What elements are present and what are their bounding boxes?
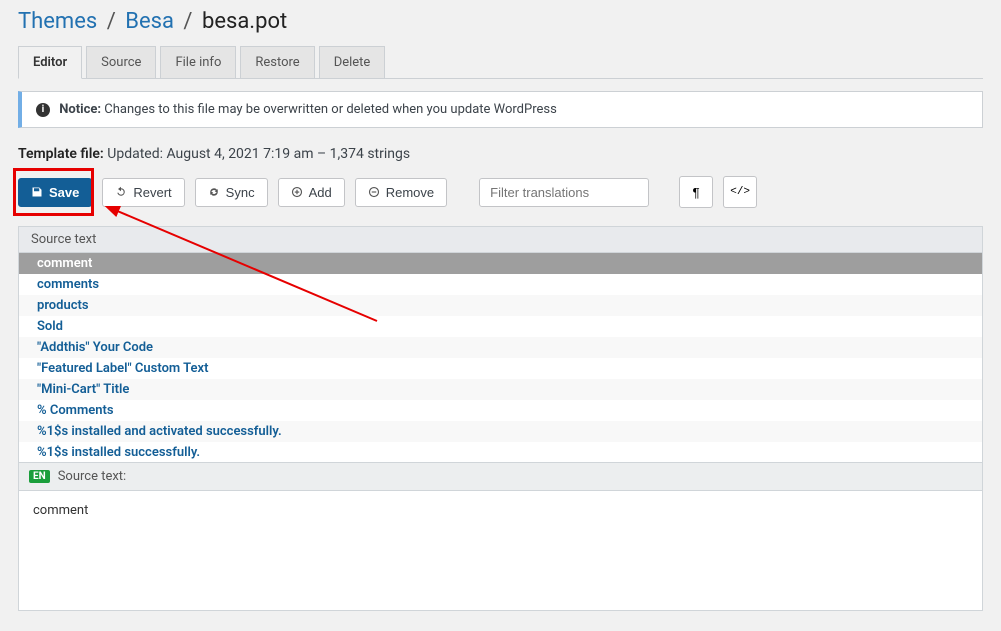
source-text-area[interactable]: comment xyxy=(19,490,982,610)
info-icon: i xyxy=(36,103,50,117)
save-button[interactable]: Save xyxy=(18,178,92,207)
table-row[interactable]: comment xyxy=(19,253,982,274)
tab-source[interactable]: Source xyxy=(86,46,156,78)
tabs: Editor Source File info Restore Delete xyxy=(18,46,983,79)
sync-icon xyxy=(208,186,220,198)
add-button[interactable]: Add xyxy=(278,178,345,207)
table-header: Source text xyxy=(19,227,982,253)
source-text-panel: EN Source text: xyxy=(19,462,982,490)
table-row[interactable]: products xyxy=(19,295,982,316)
remove-label: Remove xyxy=(386,185,434,200)
filter-input[interactable] xyxy=(479,178,649,207)
tab-editor[interactable]: Editor xyxy=(18,46,82,79)
plus-icon xyxy=(291,186,303,198)
template-file-info: Template file: Updated: August 4, 2021 7… xyxy=(18,146,983,162)
lang-badge: EN xyxy=(29,470,50,483)
template-file-updated: Updated: August 4, 2021 7:19 am – 1,374 … xyxy=(107,146,410,162)
code-icon: </> xyxy=(730,186,750,198)
breadcrumb-current: besa.pot xyxy=(202,9,287,34)
template-file-label: Template file: xyxy=(18,146,104,162)
save-icon xyxy=(31,186,43,198)
table-row[interactable]: %1$s installed successfully. xyxy=(19,442,982,462)
pilcrow-button[interactable]: ¶ xyxy=(679,176,713,208)
table-row[interactable]: "Featured Label" Custom Text xyxy=(19,358,982,379)
remove-button[interactable]: Remove xyxy=(355,178,447,207)
notice-text: Changes to this file may be overwritten … xyxy=(104,102,557,117)
toolbar: Save Revert Sync Add Remove ¶ </> xyxy=(18,176,983,208)
breadcrumb-sep: / xyxy=(107,9,116,34)
breadcrumb-themes[interactable]: Themes xyxy=(18,9,97,34)
notice: i Notice: Changes to this file may be ov… xyxy=(18,91,983,128)
table-row[interactable]: "Addthis" Your Code xyxy=(19,337,982,358)
tab-restore[interactable]: Restore xyxy=(240,46,314,78)
save-label: Save xyxy=(49,185,79,200)
table-row[interactable]: %1$s installed and activated successfull… xyxy=(19,421,982,442)
table-row[interactable]: % Comments xyxy=(19,400,982,421)
add-label: Add xyxy=(309,185,332,200)
notice-prefix: Notice: xyxy=(59,102,101,117)
table-row[interactable]: "Mini-Cart" Title xyxy=(19,379,982,400)
breadcrumb: Themes / Besa / besa.pot xyxy=(18,0,983,46)
revert-icon xyxy=(115,186,127,198)
table-row[interactable]: comments xyxy=(19,274,982,295)
tab-delete[interactable]: Delete xyxy=(319,46,386,78)
revert-label: Revert xyxy=(133,185,171,200)
sync-label: Sync xyxy=(226,185,255,200)
source-text-label: Source text: xyxy=(58,469,127,484)
code-button[interactable]: </> xyxy=(723,176,757,208)
pilcrow-icon: ¶ xyxy=(693,185,700,200)
strings-table: Source text comment comments products So… xyxy=(18,226,983,611)
breadcrumb-besa[interactable]: Besa xyxy=(125,9,174,34)
breadcrumb-sep: / xyxy=(183,9,192,34)
table-row[interactable]: Sold xyxy=(19,316,982,337)
sync-button[interactable]: Sync xyxy=(195,178,268,207)
minus-icon xyxy=(368,186,380,198)
revert-button[interactable]: Revert xyxy=(102,178,184,207)
tab-file-info[interactable]: File info xyxy=(160,46,236,78)
